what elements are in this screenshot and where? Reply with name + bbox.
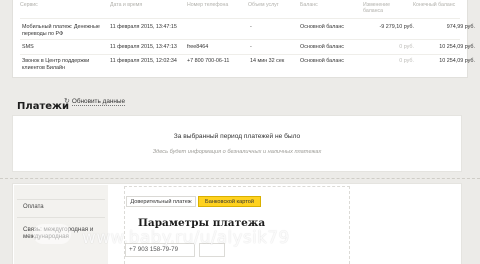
header-divider [20,18,460,19]
col-header-balance: Баланс [300,2,318,8]
payments-empty-state: За выбранный период платежей не было Зде… [12,115,462,172]
row2-final: 10 254,09 руб. [439,44,475,50]
row1-final: 974,99 руб. [446,24,475,30]
row2-phone: free8464 [187,44,209,50]
row1-balance: Основной баланс [300,24,344,30]
row-divider [20,39,460,40]
refresh-label: Обновить данные [71,98,126,106]
row3-service: Звонок в Центр поддержки клиентов Билайн [22,58,90,71]
row3-phone: +7 800 700-06-11 [187,58,230,64]
row3-final: 10 254,09 руб. [439,58,475,64]
row-divider [20,54,460,55]
tab-trust-payment[interactable]: Доверительный платеж [126,196,196,207]
row2-balance: Основной баланс [300,44,344,50]
refresh-icon: ↻ [64,98,70,105]
col-header-phone: Номер телефона [187,2,229,8]
row3-balance: Основной баланс [300,58,344,64]
history-table: Сервис Дата и время Номер телефона Объем… [12,0,475,78]
row1-change: -9 279,10 руб. [379,24,414,30]
row1-volume: - [250,24,252,30]
sidebar-item-payment[interactable]: Оплата [23,204,44,211]
row2-datetime: 11 февраля 2015, 13:47:13 [110,44,177,50]
row1-service: Мобильный платеж: Денежные переводы по Р… [22,24,100,37]
watermark-text: www.baby.ru/u/alysik79 [82,228,290,248]
watermark-logo [33,224,71,244]
col-header-service: Сервис [20,2,38,8]
row3-datetime: 11 февраля 2015, 12:02:34 [110,58,177,64]
empty-state-subtitle: Здесь будет информация о безналичных и н… [152,149,322,155]
empty-state-title: За выбранный период платежей не было [173,133,301,140]
col-header-datetime: Дата и время [110,2,143,8]
row2-volume: - [250,44,252,50]
refresh-data-link[interactable]: ↻ Обновить данные [64,97,126,106]
page-title: Платежи [17,101,69,112]
row2-service: SMS [22,44,34,50]
col-header-final: Конечный баланс [413,2,456,8]
sidebar-divider [17,199,105,200]
row3-change: 0 руб. [399,58,414,64]
col-header-volume: Объем услуг [248,2,279,8]
payment-form: Оплата Связь: междугородная и международ… [12,183,462,264]
col-header-change: Изменение баланса [363,2,390,14]
row2-change: 0 руб. [399,44,414,50]
row1-datetime: 11 февраля 2015, 13:47:15 [110,24,177,30]
sidebar-divider [17,217,105,218]
row3-volume: 14 мин 32 сек [250,58,285,64]
tab-bank-card[interactable]: Банковской картой [198,196,261,207]
payments-heading: Платежи [17,96,69,114]
section-divider [0,178,480,179]
